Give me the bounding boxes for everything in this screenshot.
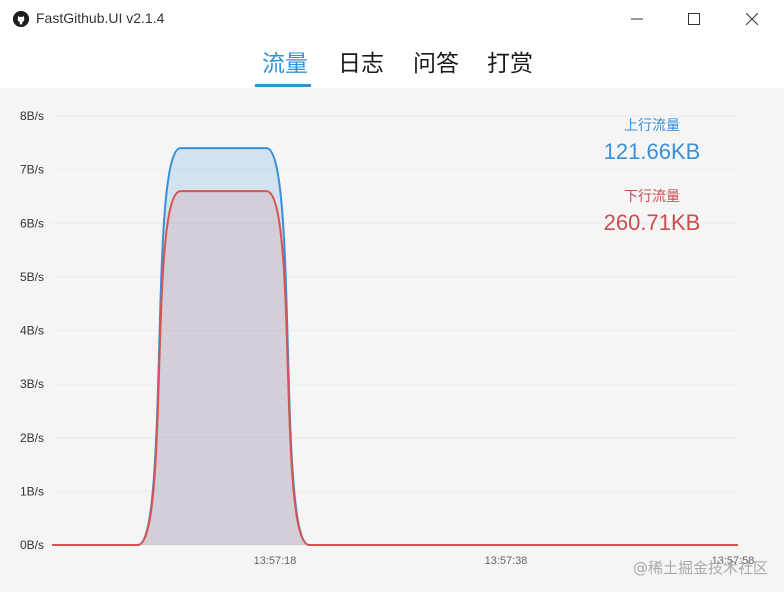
y-tick-label: 2B/s — [20, 431, 44, 445]
tab-traffic[interactable]: 流量 — [262, 50, 308, 78]
download-label: 下行流量 — [624, 189, 680, 205]
upload-value: 121.66KB — [603, 139, 701, 164]
app-window: FastGithub.UI v2.1.4 流量 日志 问答 打赏 0B/s 1B… — [0, 0, 784, 592]
y-tick-label: 1B/s — [20, 484, 44, 498]
tab-donate[interactable]: 打赏 — [487, 50, 533, 78]
y-tick-label: 8B/s — [20, 109, 44, 123]
tab-logs[interactable]: 日志 — [338, 50, 384, 78]
y-tick-label: 0B/s — [20, 538, 44, 552]
close-button[interactable] — [729, 0, 775, 38]
tab-bar: 流量 日志 问答 打赏 — [0, 38, 784, 88]
traffic-chart: 0B/s 1B/s 2B/s 3B/s 4B/s 5B/s 6B/s 7B/s 8B/s 13:… — [0, 88, 784, 592]
download-value: 260.71KB — [603, 210, 701, 235]
close-icon — [746, 13, 758, 25]
tab-faq[interactable]: 问答 — [413, 50, 459, 78]
maximize-icon — [688, 13, 700, 25]
active-tab-indicator — [255, 84, 311, 87]
minimize-icon — [631, 18, 643, 20]
y-tick-label: 7B/s — [20, 163, 44, 177]
upload-label: 上行流量 — [624, 118, 680, 134]
maximize-button[interactable] — [671, 0, 717, 38]
x-tick-label: 13:57:18 — [254, 555, 297, 567]
title-bar[interactable]: FastGithub.UI v2.1.4 — [0, 0, 784, 38]
y-tick-label: 4B/s — [20, 324, 44, 338]
upload-stat: 上行流量 121.66KB — [592, 115, 712, 165]
minimize-button[interactable] — [614, 0, 660, 38]
x-tick-label: 13:57:38 — [485, 555, 528, 567]
download-area — [52, 191, 738, 545]
y-tick-label: 3B/s — [20, 377, 44, 391]
y-tick-label: 5B/s — [20, 270, 44, 284]
github-icon — [13, 11, 29, 27]
watermark: @稀土掘金技术社区 — [632, 559, 768, 577]
y-axis: 0B/s 1B/s 2B/s 3B/s 4B/s 5B/s 6B/s 7B/s 8B/s — [20, 109, 44, 552]
window-title: FastGithub.UI v2.1.4 — [36, 10, 165, 26]
y-tick-label: 6B/s — [20, 216, 44, 230]
download-stat: 下行流量 260.71KB — [592, 186, 712, 236]
